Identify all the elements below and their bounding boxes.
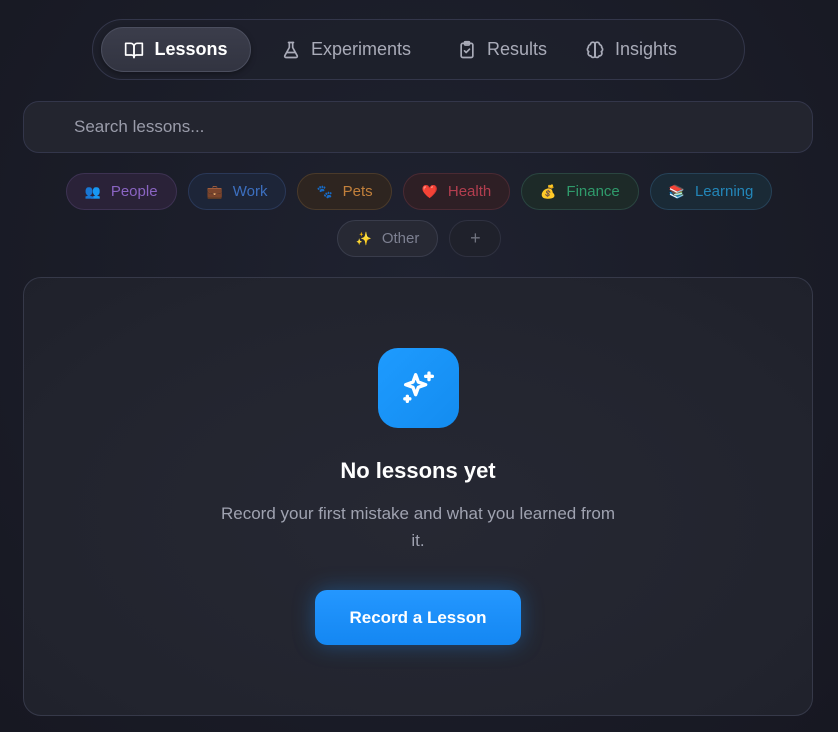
search-input[interactable] — [74, 117, 812, 137]
tab-insights[interactable]: Insights — [565, 27, 697, 72]
empty-state-title: No lessons yet — [340, 458, 496, 483]
category-chip-label: Other — [381, 230, 420, 247]
tab-lessons[interactable]: Lessons — [101, 27, 251, 72]
briefcase-icon: 💼 — [206, 184, 223, 199]
heart-icon: ❤️ — [421, 184, 438, 199]
category-chip-health[interactable]: ❤️ Health — [402, 173, 511, 210]
tab-experiments-label: Experiments — [310, 39, 412, 59]
add-category-button[interactable]: + — [449, 220, 502, 257]
book-open-icon — [125, 42, 144, 58]
empty-state-icon — [378, 348, 459, 428]
tab-experiments[interactable]: Experiments — [253, 27, 439, 72]
people-icon: 👥 — [84, 184, 101, 199]
category-chip-pets[interactable]: 🐾 Pets — [297, 173, 392, 210]
category-chip-label: Health — [447, 183, 492, 200]
tab-results[interactable]: Results — [441, 27, 563, 72]
category-filters-row-2: ✨ Other + — [0, 220, 838, 257]
money-bag-icon: 💰 — [540, 184, 557, 199]
tab-lessons-label: Lessons — [154, 39, 228, 59]
category-chip-other[interactable]: ✨ Other — [336, 220, 439, 257]
sparkles-icon: ✨ — [355, 231, 372, 246]
record-lesson-button[interactable]: Record a Lesson — [315, 590, 521, 645]
category-chip-learning[interactable]: 📚 Learning — [649, 173, 773, 210]
category-chip-work[interactable]: 💼 Work — [187, 173, 287, 210]
category-chip-finance[interactable]: 💰 Finance — [521, 173, 639, 210]
category-chip-label: People — [110, 183, 158, 200]
category-chip-label: Work — [232, 183, 268, 200]
category-chip-label: Pets — [342, 183, 373, 200]
sparkles-icon — [402, 371, 434, 403]
main-tabs: Lessons Experiments Results Insights — [92, 19, 745, 80]
category-chip-people[interactable]: 👥 People — [65, 173, 177, 210]
empty-state-description: Record your first mistake and what you l… — [220, 504, 615, 550]
plus-icon: + — [470, 228, 481, 248]
category-chip-label: Learning — [694, 183, 754, 200]
tab-insights-label: Insights — [614, 39, 678, 59]
books-icon: 📚 — [668, 184, 685, 199]
brain-icon — [586, 40, 604, 58]
flask-icon — [283, 41, 299, 58]
clipboard-check-icon — [460, 40, 474, 58]
empty-state-card: No lessons yet Record your first mistake… — [23, 277, 813, 716]
category-filters: 👥 People 💼 Work 🐾 Pets ❤️ Health 💰 Finan… — [0, 173, 838, 210]
category-chip-label: Finance — [566, 183, 620, 200]
paw-icon: 🐾 — [316, 184, 333, 199]
tab-results-label: Results — [486, 39, 548, 59]
search-bar — [23, 101, 813, 153]
